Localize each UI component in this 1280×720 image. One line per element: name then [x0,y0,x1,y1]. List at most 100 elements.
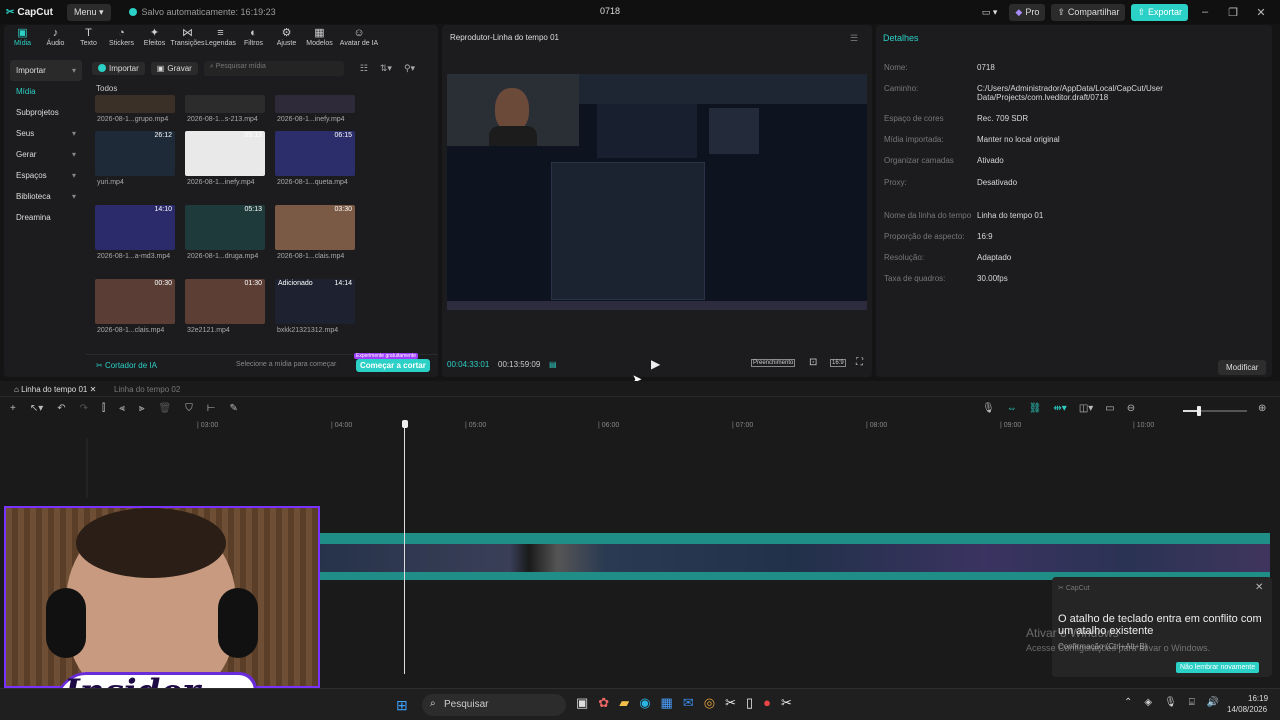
media-clip-thumb[interactable]: 00:30 [95,279,175,324]
video-track[interactable] [320,533,1270,583]
share-button[interactable]: ⇪ Compartilhar [1051,3,1126,21]
media-clip-thumb[interactable]: 06:15 [275,131,355,176]
select-tool-icon[interactable]: ↖▾ [30,403,43,414]
recorder-icon[interactable]: ● [763,695,771,711]
outlook-icon[interactable]: ✉ [683,695,694,711]
document-icon[interactable]: ▯ [746,695,753,711]
import-button[interactable]: Importar [92,61,145,75]
sidebar-item-2[interactable]: Subprojetos [10,102,82,123]
sidebar-item-1[interactable]: Mídia [10,81,82,102]
grid-view-icon[interactable]: ☷ [360,63,368,74]
media-clip-thumb[interactable] [185,95,265,113]
fullscreen-icon[interactable]: ⛶ [856,357,863,368]
zoom-out-icon[interactable]: ⊖ [1127,403,1135,414]
play-icon[interactable]: ▶ [651,357,660,371]
close-icon[interactable]: ✕ [1250,6,1272,19]
dont-remind-button[interactable]: Não lembrar novamente [1176,662,1260,673]
zoom-in-icon[interactable]: ⊕ [1258,403,1266,414]
capcut-task-icon[interactable]: ✂ [725,695,736,711]
redo-icon[interactable]: ↷ [80,403,88,414]
add-track-icon[interactable]: + [10,403,16,414]
microphone-icon[interactable]: 🎙 [982,403,995,414]
tab-timeline-02[interactable]: Linha do tempo 02 [114,385,180,394]
pro-button[interactable]: ◆ Pro [1009,3,1046,21]
magnet-icon[interactable]: ⛓ [1029,403,1042,414]
tray-chevron-icon[interactable]: ⌃ [1124,697,1132,708]
chrome-icon[interactable]: ◎ [704,695,715,711]
modify-button[interactable]: Modificar [1218,360,1267,375]
tool-effects[interactable]: ✦ Efeitos [138,27,171,51]
sidebar-item-4[interactable]: Gerar ▾ [10,144,82,165]
shield-icon[interactable]: ⛉ [185,403,193,414]
menu-button[interactable]: Menu ▾ [66,3,111,21]
mic-tray-icon[interactable]: 🎙 [1164,697,1177,708]
taskbar-search[interactable]: ⌕ Pesquisar [422,694,566,716]
tool-media[interactable]: ▣ Mídia [6,27,39,51]
clock-time[interactable]: 16:19 [1248,694,1268,703]
tray-app-icon[interactable]: ◈ [1144,697,1152,708]
tool-transitions[interactable]: ⋈ Transições [171,27,205,51]
waveform-icon[interactable]: ▤ [549,360,557,369]
file-explorer-icon[interactable]: ▰ [619,695,629,711]
video-preview[interactable] [447,74,867,310]
split-icon[interactable]: ⫿ [102,403,105,414]
undo-icon[interactable]: ↶ [57,403,65,414]
split-left-icon[interactable]: ⫷ [119,403,125,414]
export-button[interactable]: ⇧ Exportar [1131,3,1188,21]
sidebar-item-3[interactable]: Seus ▾ [10,123,82,144]
zoom-slider[interactable] [1183,406,1247,416]
sidebar-item-6[interactable]: Biblioteca ▾ [10,186,82,207]
tool-filters[interactable]: ◐ Filtros [237,27,270,51]
copilot-icon[interactable]: ✿ [598,695,609,711]
aspect-ratio-button[interactable]: 16:9 [830,359,846,367]
network-icon[interactable]: ⌸ [1189,697,1195,708]
record-button[interactable]: ▣ Gravar [150,61,198,75]
freeze-icon[interactable]: ⊢ [207,403,216,414]
tool-sticker[interactable]: ◔ Stickers [105,27,138,51]
media-clip-thumb[interactable]: 26:12 [95,131,175,176]
media-clip-thumb[interactable] [95,95,175,113]
start-cutting-button[interactable]: Começar a cortar [356,359,430,372]
media-clip-thumb[interactable]: 14:14 Adicionado [275,279,355,324]
toast-close-icon[interactable]: ✕ [1255,582,1263,593]
sidebar-item-5[interactable]: Espaços ▾ [10,165,82,186]
start-icon[interactable]: ⊞ [396,697,408,714]
task-view-icon[interactable]: ▣ [576,695,588,711]
tool-adjust[interactable]: ⚙ Ajuste [270,27,303,51]
filter-icon[interactable]: ⚲▾ [404,63,415,74]
media-clip-thumb[interactable]: 05:13 [185,205,265,250]
player-menu-icon[interactable]: ☰ [850,33,858,44]
edge-icon[interactable]: ◉ [639,695,650,711]
split-right-icon[interactable]: ⫸ [139,403,145,414]
store-icon[interactable]: ▦ [661,695,673,711]
capcut-active-icon[interactable]: ✂ [781,695,792,711]
playhead-handle[interactable] [402,420,408,428]
clock-date[interactable]: 14/08/2026 [1227,705,1267,714]
tool-ai-avatar[interactable]: ☺ Avatar de IA [336,27,382,51]
tool-templates[interactable]: ▦ Modelos [303,27,336,51]
tool-text[interactable]: T Texto [72,27,105,51]
tool-captions[interactable]: ≡ Legendas [204,27,237,51]
delete-icon[interactable]: 🗑 [159,403,172,414]
media-clip-thumb[interactable]: 05:13 [185,131,265,176]
media-clip-thumb[interactable]: 14:10 [95,205,175,250]
tab-timeline-01[interactable]: ⌂ Linha do tempo 01 ✕ [14,385,96,394]
sidebar-item-7[interactable]: Dreamina [10,207,82,228]
layout-button[interactable]: ▭ ▾ [976,4,1004,21]
media-search-input[interactable]: ⌕ Pesquisar mídia [203,60,344,76]
edit-icon[interactable]: ✎ [229,403,237,414]
volume-icon[interactable]: 🔊 [1207,697,1219,708]
preview-axis-icon[interactable]: ◫▾ [1079,403,1093,414]
fill-mode-button[interactable]: Preenchimento [751,359,796,367]
minimize-icon[interactable]: – [1194,6,1216,18]
maximize-icon[interactable]: ❐ [1222,6,1244,19]
sidebar-item-0[interactable]: Importar ▾ [10,60,82,81]
tool-audio[interactable]: ♪ Áudio [39,27,72,51]
media-clip-thumb[interactable]: 01:30 [185,279,265,324]
link-main-icon[interactable]: ⇔ [1007,403,1017,414]
media-clip-thumb[interactable] [275,95,355,113]
media-clip-thumb[interactable]: 03:30 [275,205,355,250]
crop-icon[interactable]: ⊡ [809,357,817,368]
link-icon[interactable]: ⇹▾ [1053,403,1066,414]
caption-icon[interactable]: ▭ [1105,403,1114,414]
